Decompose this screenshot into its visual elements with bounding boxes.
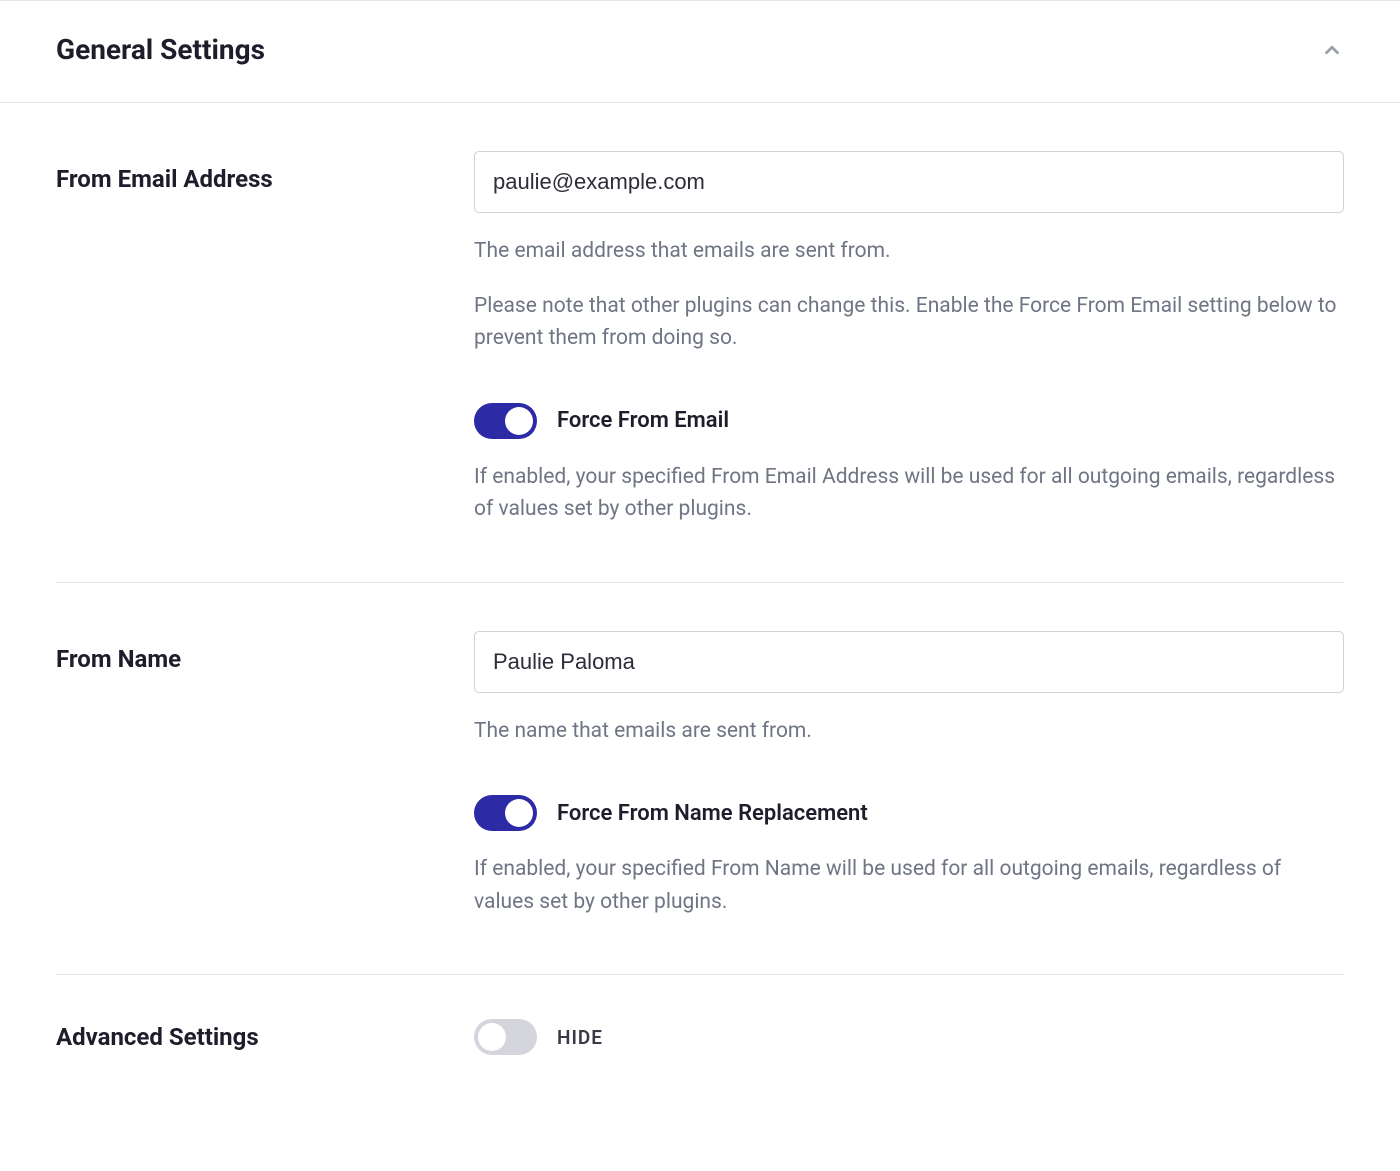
force-from-name-toggle-row: Force From Name Replacement [474,795,1344,831]
force-from-name-toggle[interactable] [474,795,537,831]
force-from-name-toggle-label: Force From Name Replacement [557,801,868,826]
from-email-input[interactable] [474,151,1344,213]
force-from-email-toggle-row: Force From Email [474,403,1344,439]
from-name-input[interactable] [474,631,1344,693]
panel-title: General Settings [56,33,265,66]
force-from-email-help: If enabled, your specified From Email Ad… [474,461,1344,526]
force-from-email-toggle[interactable] [474,403,537,439]
panel-body: From Email Address The email address tha… [0,103,1400,1099]
toggle-knob [505,407,533,435]
from-email-help-1: The email address that emails are sent f… [474,235,1344,268]
from-email-help-2: Please note that other plugins can chang… [474,290,1344,355]
advanced-settings-toggle[interactable] [474,1019,537,1055]
force-from-email-block: Force From Email If enabled, your specif… [474,403,1344,526]
from-name-label: From Name [56,631,474,673]
general-settings-panel: General Settings From Email Address The … [0,0,1400,1099]
from-email-label: From Email Address [56,151,474,193]
advanced-settings-content: HIDE [474,1019,1344,1055]
panel-header[interactable]: General Settings [0,1,1400,103]
from-email-row: From Email Address The email address tha… [56,103,1344,583]
from-name-row: From Name The name that emails are sent … [56,583,1344,976]
advanced-settings-row: Advanced Settings HIDE [56,975,1344,1099]
from-name-content: The name that emails are sent from. Forc… [474,631,1344,919]
toggle-knob [478,1023,506,1051]
advanced-settings-label: Advanced Settings [56,1023,474,1051]
from-name-help-1: The name that emails are sent from. [474,715,1344,748]
chevron-up-icon [1320,38,1344,62]
from-email-content: The email address that emails are sent f… [474,151,1344,526]
advanced-settings-toggle-row: HIDE [474,1019,1344,1055]
force-from-name-block: Force From Name Replacement If enabled, … [474,795,1344,918]
toggle-knob [505,799,533,827]
force-from-name-help: If enabled, your specified From Name wil… [474,853,1344,918]
advanced-settings-toggle-label: HIDE [557,1026,603,1049]
force-from-email-toggle-label: Force From Email [557,408,729,433]
